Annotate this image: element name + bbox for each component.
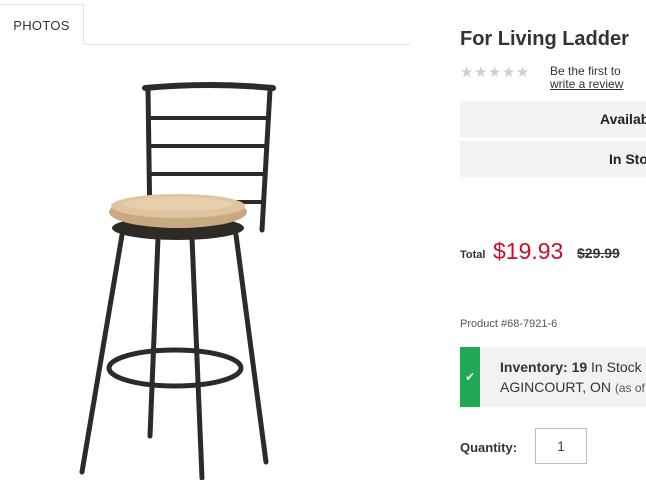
inventory-as-of: (as of	[614, 381, 645, 395]
star-icon: ★	[501, 64, 516, 81]
availability-label: Availab	[600, 111, 646, 127]
quantity-input[interactable]	[535, 428, 587, 464]
inventory-count: 19	[571, 359, 588, 375]
check-icon: ✔	[460, 347, 480, 407]
review-prompt: Be the first to write a review	[550, 65, 623, 91]
sale-price: $19.93	[493, 238, 564, 264]
star-icon: ★	[460, 64, 474, 81]
quantity-label: Quantity:	[460, 440, 518, 455]
inventory-line: Inventory: 19 In Stock	[500, 359, 642, 375]
bar-stool-illustration	[79, 82, 276, 481]
availability-bar[interactable]: Availab	[460, 101, 646, 137]
stock-status-label: In Stoc	[609, 151, 646, 167]
inventory-label: Inventory:	[500, 359, 568, 375]
product-number: Product #68-7921-6	[460, 318, 558, 330]
total-label: Total	[460, 249, 486, 261]
product-image[interactable]	[70, 80, 290, 481]
inventory-location-line: AGINCOURT, ON (as of	[500, 379, 645, 395]
store-location: AGINCOURT, ON	[500, 379, 611, 395]
inventory-status: In Stock	[591, 359, 642, 375]
rating-stars[interactable]: ★ ★ ★ ★ ★	[460, 64, 530, 82]
product-title: For Living Ladder	[460, 28, 629, 50]
star-icon: ★	[487, 64, 502, 81]
stock-status-bar[interactable]: In Stoc	[460, 141, 646, 177]
tab-photos[interactable]: PHOTOS	[0, 4, 84, 45]
write-review-link[interactable]: write a review	[550, 78, 623, 91]
tab-divider	[84, 44, 410, 45]
inventory-panel[interactable]: Inventory: 19 In Stock AGINCOURT, ON (as…	[480, 347, 646, 407]
original-price: $29.99	[577, 245, 620, 261]
star-icon: ★	[473, 64, 488, 81]
star-icon: ★	[515, 64, 530, 81]
